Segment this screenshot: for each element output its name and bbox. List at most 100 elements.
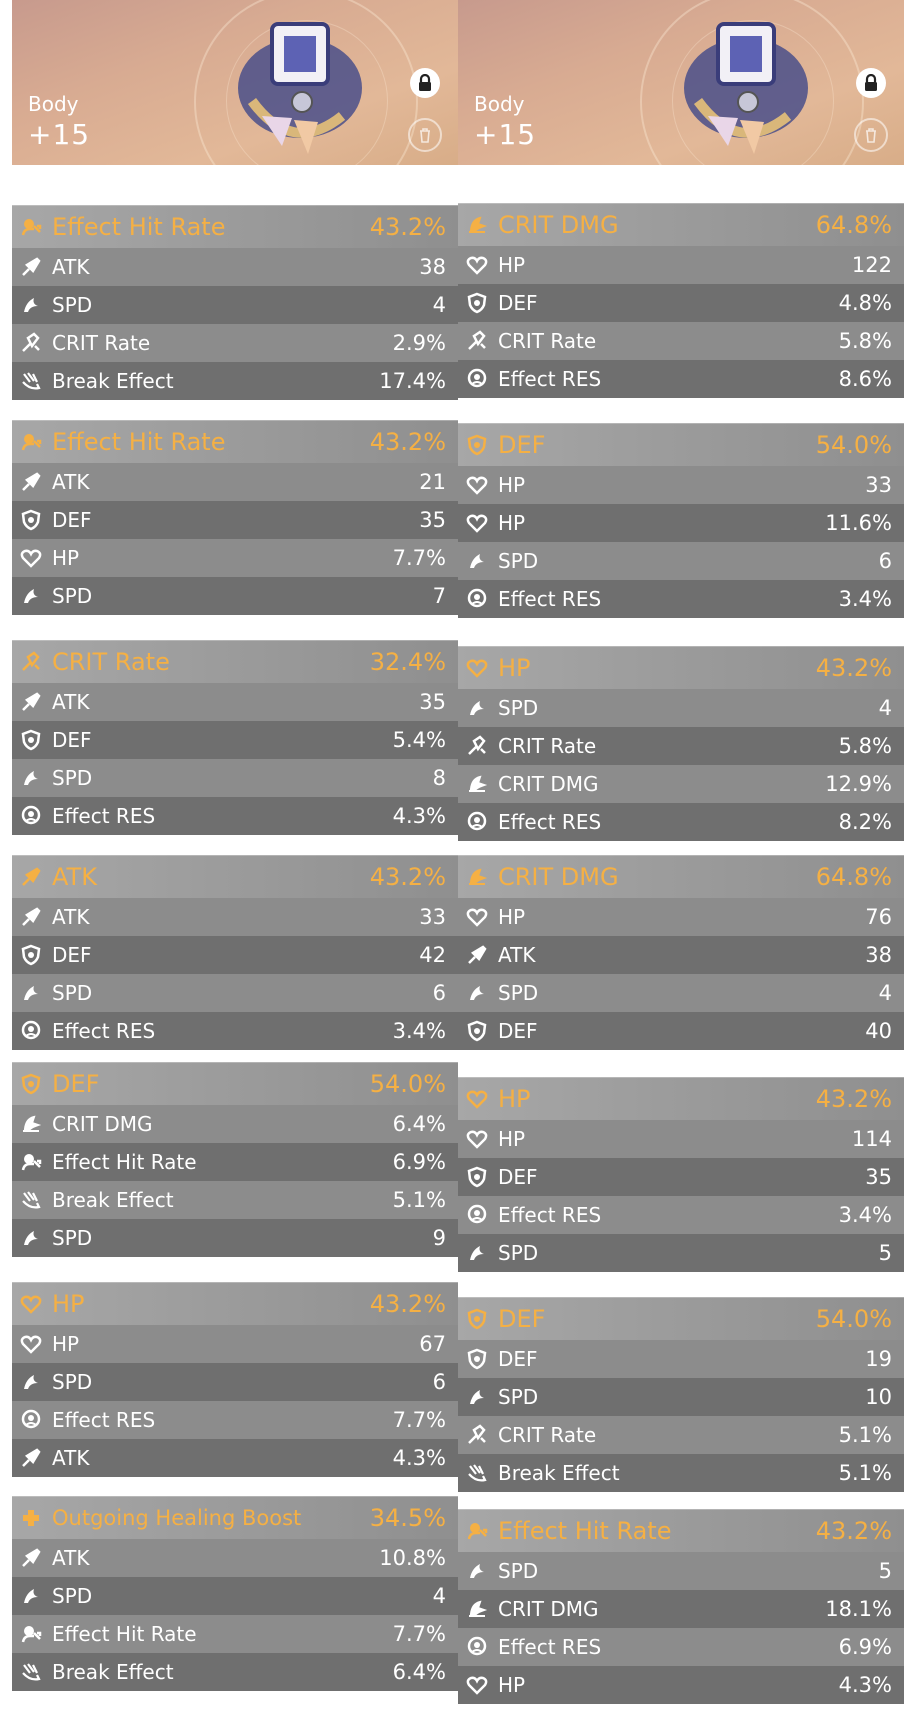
sub-stat-name: HP	[52, 546, 80, 570]
sub-stat-value: 35	[865, 1165, 892, 1189]
sub-stat-row: SPD 5	[458, 1234, 904, 1272]
sub-stat-name: SPD	[52, 584, 93, 608]
lock-button[interactable]	[856, 68, 886, 98]
sub-stat-row: CRIT DMG 6.4%	[12, 1105, 458, 1143]
discard-button[interactable]	[854, 118, 888, 152]
sub-stat-value: 8	[432, 766, 446, 790]
relic-stat-block: Outgoing Healing Boost 34.5% ATK 10.8% SPD 4 E…	[12, 1496, 458, 1691]
spd-icon	[466, 1242, 488, 1264]
sub-stat-row: Effect RES 4.3%	[12, 797, 458, 835]
spd-icon	[466, 1386, 488, 1408]
main-stat-value: 54.0%	[369, 1070, 446, 1098]
sub-stat-name: ATK	[52, 255, 90, 279]
lock-button[interactable]	[410, 68, 440, 98]
sub-stat-row: DEF 40	[458, 1012, 904, 1050]
trash-icon	[420, 128, 430, 143]
sub-stat-row: DEF 4.8%	[458, 284, 904, 322]
sub-stat-name: SPD	[498, 1559, 539, 1583]
sub-stat-name: DEF	[498, 291, 538, 315]
sub-stat-row: HP 76	[458, 898, 904, 936]
effect-hit-rate-icon	[20, 216, 42, 238]
sub-stat-value: 5.8%	[838, 734, 892, 758]
spd-icon	[20, 767, 42, 789]
sub-stat-value: 33	[865, 473, 892, 497]
crit-dmg-icon	[466, 866, 488, 888]
crit-rate-icon	[466, 330, 488, 352]
relic-stat-block: HP 43.2% HP 114 DEF 35 Effect RES 3.4% SPD 5	[458, 1077, 904, 1272]
spd-icon	[20, 1585, 42, 1607]
sub-stat-name: SPD	[498, 1241, 539, 1265]
sub-stat-name: SPD	[52, 1584, 93, 1608]
sub-stat-row: HP 33	[458, 466, 904, 504]
sub-stat-value: 7.7%	[392, 1408, 446, 1432]
sub-stat-row: CRIT DMG 18.1%	[458, 1590, 904, 1628]
crit-dmg-icon	[20, 1113, 42, 1135]
spd-icon	[20, 585, 42, 607]
sub-stat-value: 7	[432, 584, 446, 608]
sub-stat-name: Effect RES	[498, 587, 602, 611]
main-stat-value: 34.5%	[369, 1504, 446, 1532]
relic-stat-block: ATK 43.2% ATK 33 DEF 42 SPD 6 Effect RES 3.4%	[12, 855, 458, 1050]
main-stat-name: DEF	[498, 431, 546, 459]
sub-stat-name: HP	[498, 253, 526, 277]
def-icon	[466, 292, 488, 314]
sub-stat-value: 11.6%	[825, 511, 892, 535]
def-icon	[20, 944, 42, 966]
sub-stat-row: HP 7.7%	[12, 539, 458, 577]
sub-stat-value: 19	[865, 1347, 892, 1371]
sub-stat-name: Effect Hit Rate	[52, 1622, 197, 1646]
hp-icon	[466, 474, 488, 496]
sub-stat-row: HP 4.3%	[458, 1666, 904, 1704]
relic-stat-block: CRIT Rate 32.4% ATK 35 DEF 5.4% SPD 8 Effect RES…	[12, 640, 458, 835]
def-icon	[466, 1348, 488, 1370]
sub-stat-row: Effect RES 3.4%	[458, 1196, 904, 1234]
break-effect-icon	[20, 1661, 42, 1683]
effect-res-icon	[466, 1204, 488, 1226]
sub-stat-name: DEF	[52, 508, 92, 532]
main-stat-name: HP	[52, 1290, 85, 1318]
discard-button[interactable]	[408, 118, 442, 152]
relic-stat-block: Effect Hit Rate 43.2% ATK 38 SPD 4 CRIT Rate 2.…	[12, 205, 458, 400]
spd-icon	[466, 1560, 488, 1582]
effect-hit-rate-icon	[466, 1520, 488, 1542]
sub-stat-value: 67	[419, 1332, 446, 1356]
main-stat-name: Effect Hit Rate	[52, 213, 226, 241]
main-stat-value: 64.8%	[815, 211, 892, 239]
sub-stat-name: CRIT Rate	[52, 331, 151, 355]
def-icon	[466, 1308, 488, 1330]
effect-res-icon	[20, 805, 42, 827]
sub-stat-row: CRIT Rate 5.1%	[458, 1416, 904, 1454]
sub-stat-name: DEF	[498, 1019, 538, 1043]
relic-header: Body +15	[12, 0, 458, 165]
relic-level: +15	[28, 118, 91, 151]
sub-stat-name: SPD	[52, 293, 93, 317]
atk-icon	[466, 944, 488, 966]
sub-stat-value: 8.6%	[838, 367, 892, 391]
sub-stat-row: HP 67	[12, 1325, 458, 1363]
relic-column-left: Body +15 Effect Hit Rate 43.2% ATK 38 SPD 4 CR…	[12, 0, 458, 1691]
effect-hit-rate-icon	[20, 1151, 42, 1173]
sub-stat-value: 5.1%	[392, 1188, 446, 1212]
main-stat-value: 32.4%	[369, 648, 446, 676]
sub-stat-value: 6.9%	[392, 1150, 446, 1174]
hp-icon	[20, 1293, 42, 1315]
sub-stat-name: SPD	[52, 1370, 93, 1394]
crit-dmg-icon	[466, 214, 488, 236]
main-stat-row: CRIT DMG 64.8%	[458, 203, 904, 246]
break-effect-icon	[466, 1462, 488, 1484]
sub-stat-value: 10	[865, 1385, 892, 1409]
main-stat-name: DEF	[498, 1305, 546, 1333]
atk-icon	[20, 256, 42, 278]
sub-stat-value: 6	[878, 549, 892, 573]
sub-stat-name: HP	[498, 1127, 526, 1151]
sub-stat-name: CRIT DMG	[498, 772, 599, 796]
outgoing-healing-icon	[20, 1507, 42, 1529]
main-stat-value: 43.2%	[815, 1517, 892, 1545]
relic-stat-block: DEF 54.0% CRIT DMG 6.4% Effect Hit Rate 6.9% B…	[12, 1062, 458, 1257]
sub-stat-value: 42	[419, 943, 446, 967]
sub-stat-row: SPD 8	[12, 759, 458, 797]
effect-res-icon	[466, 368, 488, 390]
def-icon	[20, 729, 42, 751]
sub-stat-value: 4	[432, 293, 446, 317]
sub-stat-name: HP	[498, 473, 526, 497]
